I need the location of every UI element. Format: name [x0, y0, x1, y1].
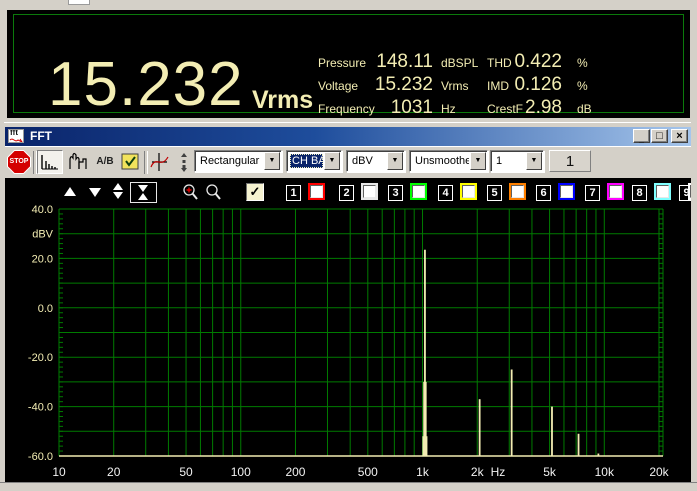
reading-label: Frequency	[318, 98, 375, 121]
main-voltage-unit: Vrms	[252, 86, 313, 115]
level-meter-panel: 15.232 Vrms Pressure 148.11 dBSPL Voltag…	[0, 0, 697, 122]
stop-label: STOP	[8, 151, 30, 173]
xy-axes-icon	[147, 150, 172, 174]
reading-unit: %	[577, 52, 588, 75]
chevron-down-icon[interactable]: ▼	[387, 152, 403, 170]
chevron-down-icon[interactable]: ▼	[264, 152, 280, 170]
averages-combo[interactable]: 1 ▼	[490, 150, 544, 172]
reading-row-crestf: CrestF 2.98 dB	[487, 98, 617, 121]
chart-client-area: ✓ 123456789 1020501002005001k2k5k10k20kH…	[5, 178, 692, 483]
reading-row-imd: IMD 0.126 %	[487, 75, 617, 98]
stop-button[interactable]: STOP	[7, 150, 31, 174]
x-tick-label: 20k	[649, 465, 669, 479]
x-tick-label: 200	[285, 465, 305, 479]
channel-select-combo[interactable]: CH BAL ▼	[286, 150, 342, 172]
combo-value: Unsmoothed	[413, 154, 469, 168]
dotted-arrows-icon	[173, 150, 196, 174]
reading-unit: dBSPL	[441, 52, 478, 75]
reading-value: 148.11	[370, 50, 433, 73]
amplitude-units-combo[interactable]: dBV ▼	[346, 150, 405, 172]
maximize-button[interactable]: □	[651, 129, 668, 143]
y-tick-label: -40.0	[28, 402, 53, 414]
reading-value: 1031	[370, 96, 433, 119]
meter-display: 15.232 Vrms Pressure 148.11 dBSPL Voltag…	[7, 10, 690, 118]
window-right-border	[691, 122, 697, 491]
ab-icon: A/B	[93, 150, 117, 174]
reading-row-pressure: Pressure 148.11 dBSPL	[318, 52, 483, 75]
window-bottom-border	[0, 482, 697, 491]
window-function-combo[interactable]: Rectangular ▼	[194, 150, 282, 172]
spectrum-icon	[38, 151, 62, 173]
y-tick-label: 20.0	[32, 253, 53, 265]
x-tick-label: 500	[358, 465, 378, 479]
xy-transfer-button[interactable]	[147, 150, 172, 174]
reading-value: 15.232	[370, 73, 433, 96]
chevron-down-icon[interactable]: ▼	[470, 152, 486, 170]
smoothing-combo[interactable]: Unsmoothed ▼	[409, 150, 488, 172]
main-voltage-readout: 15.232	[48, 54, 244, 116]
time-series-view-button[interactable]	[66, 150, 92, 174]
fft-window-icon: fft	[8, 129, 24, 143]
step-waveform-icon	[66, 150, 92, 174]
reading-label: Pressure	[318, 52, 366, 75]
close-button[interactable]: ×	[671, 129, 688, 143]
reading-label: Voltage	[318, 75, 358, 98]
x-tick-label: 10k	[595, 465, 615, 479]
x-tick-label: 1k	[416, 465, 430, 479]
reading-unit: Vrms	[441, 75, 469, 98]
spectrum-view-button[interactable]	[37, 150, 63, 174]
minimize-button[interactable]: _	[633, 129, 650, 143]
screen: 15.232 Vrms Pressure 148.11 dBSPL Voltag…	[0, 0, 697, 491]
y-tick-label: 0.0	[38, 303, 53, 315]
y-tick-label: -20.0	[28, 352, 53, 364]
y-tick-label: 40.0	[32, 204, 53, 216]
window-title: FFT	[30, 129, 52, 143]
title-bar[interactable]: fft FFT _ □ ×	[5, 127, 692, 146]
fft-toolbar: STOP A/B	[5, 146, 692, 178]
reading-row-frequency: Frequency 1031 Hz	[318, 98, 483, 121]
x-tick-label: 10	[52, 465, 66, 479]
test-options-button[interactable]	[118, 150, 142, 174]
reading-unit: Hz	[441, 98, 456, 121]
reading-row-thd: THD 0.422 %	[487, 52, 617, 75]
chevron-down-icon[interactable]: ▼	[526, 152, 542, 170]
x-axis-unit-label: Hz	[491, 465, 506, 479]
x-tick-label: 20	[107, 465, 121, 479]
reading-value: 2.98	[505, 96, 562, 119]
distortion-markers-button[interactable]	[173, 150, 196, 174]
x-tick-label: 5k	[543, 465, 557, 479]
combo-value: 1	[494, 154, 525, 168]
reading-unit: dB	[577, 98, 592, 121]
reading-value: 0.422	[505, 50, 562, 73]
x-tick-label: 2k	[471, 465, 485, 479]
fft-window: fft FFT _ □ × STOP	[0, 122, 697, 491]
y-axis-unit-label: dBV	[32, 229, 53, 241]
reading-value: 0.126	[505, 73, 562, 96]
y-tick-label: -60.0	[28, 451, 53, 463]
chevron-down-icon[interactable]: ▼	[324, 152, 340, 170]
x-tick-label: 100	[231, 465, 251, 479]
average-count-display: 1	[549, 150, 591, 172]
clipped-control-remnant	[68, 0, 90, 5]
combo-value: CH BAL	[290, 154, 323, 168]
combo-value: dBV	[350, 154, 386, 168]
reading-unit: %	[577, 75, 588, 98]
checklist-icon	[118, 150, 142, 174]
ab-compare-button[interactable]: A/B	[93, 150, 117, 174]
x-tick-label: 50	[179, 465, 193, 479]
fft-icon-curve	[9, 130, 24, 143]
reading-row-voltage: Voltage 15.232 Vrms	[318, 75, 483, 98]
fft-spectrum-chart: 10 20 50 100 200 500 1k 2k 5k 10k 20k Hz 40.0 20.0 0.0…	[5, 197, 692, 483]
combo-value: Rectangular	[198, 154, 263, 168]
window-left-border	[0, 122, 4, 491]
